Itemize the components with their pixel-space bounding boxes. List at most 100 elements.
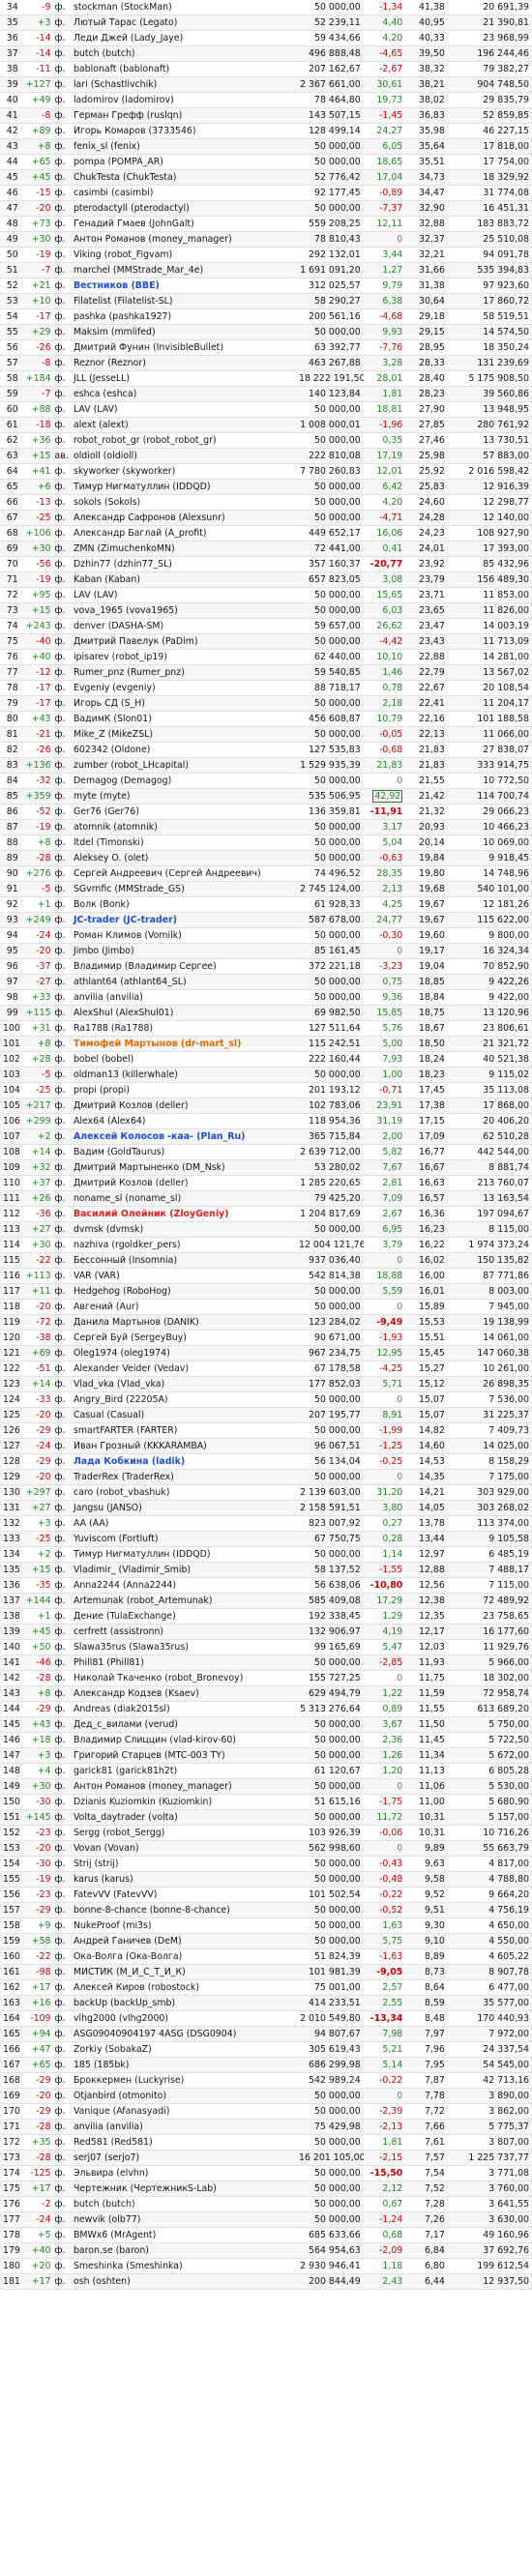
participant-name[interactable]: Slawa35rus (Slawa35rus)	[70, 1639, 297, 1655]
participant-name[interactable]: AA (AA)	[70, 1515, 297, 1532]
participant-name[interactable]: vova_1965 (vova1965)	[70, 602, 297, 619]
participant-name[interactable]: Игорь Комаров (3733546)	[70, 123, 297, 139]
participant-name[interactable]: caro (robot_vbashuk)	[70, 1484, 297, 1501]
participant-name[interactable]: Maksim (mmlifed)	[70, 324, 297, 340]
participant-name[interactable]: Angry_Bird (22205A)	[70, 1391, 297, 1408]
participant-name[interactable]: Вестников (BBE)	[70, 278, 297, 294]
participant-name[interactable]: ipisarev (robot_ip19)	[70, 649, 297, 665]
participant-name[interactable]: Ra1788 (Ra1788)	[70, 1020, 297, 1037]
participant-name[interactable]: ladomirov (ladomirov)	[70, 92, 297, 108]
participant-name[interactable]: ASG09040904197 4ASG (DSG0904)	[70, 2026, 297, 2042]
participant-name[interactable]: Дмитрий Мартыненко (DM_Nsk)	[70, 1159, 297, 1176]
participant-name[interactable]: Phill81 (Phill81)	[70, 1654, 297, 1671]
participant-name[interactable]: JC-trader (JC-trader)	[70, 912, 297, 928]
participant-name[interactable]: Vladimir_ (Vladimir_Smib)	[70, 1562, 297, 1578]
participant-name[interactable]: Александр Сафронов (Alexsunr)	[70, 510, 297, 526]
participant-name[interactable]: Strij (strij)	[70, 1856, 297, 1872]
participant-name[interactable]: Леди Джей (Lady_Jaye)	[70, 30, 297, 46]
participant-name[interactable]: oldioll (oldioll)	[70, 448, 297, 464]
participant-name[interactable]: Александр Баглай (A_profit)	[70, 525, 297, 542]
participant-name[interactable]: Artemunak (robot_Artemunak)	[70, 1593, 297, 1609]
participant-name[interactable]: dvmsk (dvmsk)	[70, 1221, 297, 1238]
participant-name[interactable]: Aвгений (Aur)	[70, 1299, 297, 1315]
participant-name[interactable]: 602342 (Oldone)	[70, 742, 297, 758]
participant-name[interactable]: Evgeniy (evgeniy)	[70, 680, 297, 696]
participant-name[interactable]: NukeProof (mi3s)	[70, 1917, 297, 1934]
participant-name[interactable]: Броккермен (Luckyrise)	[70, 2072, 297, 2089]
participant-name[interactable]: ltdel (Timonski)	[70, 834, 297, 851]
participant-name[interactable]: Volta_daytrader (volta)	[70, 1809, 297, 1826]
participant-name[interactable]: baron.se (baron)	[70, 2242, 297, 2259]
participant-name[interactable]: Роман Климов (Vomilk)	[70, 927, 297, 944]
participant-name[interactable]: garick81 (garick81h2t)	[70, 1763, 297, 1779]
participant-name[interactable]: Anna2244 (Anna2244)	[70, 1577, 297, 1594]
participant-name[interactable]: cerfrett (assistronn)	[70, 1624, 297, 1640]
participant-name[interactable]: BMWx6 (MrAgent)	[70, 2227, 297, 2243]
participant-name[interactable]: anvilia (anvilia)	[70, 989, 297, 1006]
participant-name[interactable]: Сергей Андреевич (Сергей Андреевич)	[70, 865, 297, 882]
participant-name[interactable]: Yuviscom (Fortluft)	[70, 1531, 297, 1547]
participant-name[interactable]: pompa (POMPA_AR)	[70, 154, 297, 170]
participant-name[interactable]: oldman13 (killerwhale)	[70, 1067, 297, 1083]
participant-name[interactable]: Vovan (Vovan)	[70, 1840, 297, 1857]
participant-name[interactable]: SGvrnfic (MMStrade_GS)	[70, 881, 297, 897]
participant-name[interactable]: JLL (JesseLL)	[70, 370, 297, 387]
participant-name[interactable]: Дение (TulaExchange)	[70, 1608, 297, 1625]
participant-name[interactable]: newvik (olb77)	[70, 2211, 297, 2228]
participant-name[interactable]: Filatelist (Filatelist-SL)	[70, 293, 297, 309]
participant-name[interactable]: Бессонный (Insomnia)	[70, 1252, 297, 1269]
participant-name[interactable]: eshca (eshca)	[70, 386, 297, 402]
participant-name[interactable]: bonne-8-chance (bonne-8-chance)	[70, 1902, 297, 1918]
participant-name[interactable]: athlant64 (athlant64_SL)	[70, 974, 297, 990]
participant-name[interactable]: Волк (Bonk)	[70, 896, 297, 913]
participant-name[interactable]: Тимур Нигматуллин (IDDQD)	[70, 1546, 297, 1563]
participant-name[interactable]: backUp (backUp_smb)	[70, 1995, 297, 2011]
participant-name[interactable]: Ока-Волга (Ока-Волга)	[70, 1948, 297, 1965]
participant-name[interactable]: Casual (Casual)	[70, 1407, 297, 1423]
participant-name[interactable]: anvilia (anvilia)	[70, 2119, 297, 2135]
participant-name[interactable]: Василий Олейник (ZloyGeniy)	[70, 1206, 297, 1222]
participant-name[interactable]: Dzianis Kuziomkin (Kuziomkin)	[70, 1794, 297, 1810]
participant-name[interactable]: Сергей Буй (SergeyBuy)	[70, 1330, 297, 1346]
participant-name[interactable]: Ger76 (Ger76)	[70, 804, 297, 820]
participant-name[interactable]: Red581 (Red581)	[70, 2134, 297, 2151]
participant-name[interactable]: Лютый Тарас (Legato)	[70, 15, 297, 31]
participant-name[interactable]: Hedgehog (RoboHog)	[70, 1283, 297, 1300]
participant-name[interactable]: Дмитрий Фунин (InvisibleBullet)	[70, 339, 297, 356]
participant-name[interactable]: Rumer_pnz (Rumer_pnz)	[70, 664, 297, 681]
participant-name[interactable]: Dzhin77 (dzhin77_SL)	[70, 556, 297, 572]
participant-name[interactable]: marchel (MMStrade_Mar_4e)	[70, 262, 297, 278]
participant-name[interactable]: Aleksey O. (olet)	[70, 850, 297, 866]
participant-name[interactable]: Oleg1974 (oleg1974)	[70, 1345, 297, 1361]
participant-name[interactable]: serj07 (serjo7)	[70, 2150, 297, 2166]
participant-name[interactable]: noname_sl (noname_sl)	[70, 1190, 297, 1207]
participant-name[interactable]: 185 (185bk)	[70, 2057, 297, 2073]
participant-name[interactable]: Тимофей Мартынов (dr-mart_sl)	[70, 1036, 297, 1052]
participant-name[interactable]: Александр Кодзев (Ksaev)	[70, 1685, 297, 1702]
participant-name[interactable]: Андрей Ганичев (DeM)	[70, 1933, 297, 1949]
participant-name[interactable]: pashka (pashka1927)	[70, 308, 297, 325]
participant-name[interactable]: Kaban (Kaban)	[70, 571, 297, 588]
participant-name[interactable]: Лада Кобкина (ladik)	[70, 1453, 297, 1470]
participant-name[interactable]: butch (butch)	[70, 2196, 297, 2212]
participant-name[interactable]: Дед_с_вилами (verud)	[70, 1716, 297, 1733]
participant-name[interactable]: ВадимК (Slon01)	[70, 711, 297, 727]
participant-name[interactable]: Demagog (Demagog)	[70, 773, 297, 789]
participant-name[interactable]: Alexander Veider (Vedav)	[70, 1361, 297, 1377]
participant-name[interactable]: Николай Ткаченко (robot_Bronevoy)	[70, 1670, 297, 1686]
participant-name[interactable]: Jangsu (JANSO)	[70, 1500, 297, 1516]
participant-name[interactable]: LAV (LAV)	[70, 401, 297, 418]
participant-name[interactable]: nazhiva (rgoldker_pers)	[70, 1237, 297, 1253]
participant-name[interactable]: denver (DASHA-SM)	[70, 618, 297, 634]
participant-name[interactable]: sokols (Sokols)	[70, 494, 297, 511]
participant-name[interactable]: Тимур Нигматуллин (IDDQD)	[70, 479, 297, 495]
participant-name[interactable]: Vanique (Afanasyadi)	[70, 2103, 297, 2120]
participant-name[interactable]: Reznor (Reznor)	[70, 355, 297, 371]
participant-name[interactable]: bobel (bobel)	[70, 1051, 297, 1068]
participant-name[interactable]: vlhg2000 (vlhg2000)	[70, 2010, 297, 2027]
participant-name[interactable]: Дмитрий Павелук (PaDim)	[70, 633, 297, 650]
participant-name[interactable]: Данила Мартынов (DANIK)	[70, 1314, 297, 1331]
participant-name[interactable]: bablonaft (bablonaft)	[70, 61, 297, 77]
participant-name[interactable]: ZMN (ZimuchenkoMN)	[70, 541, 297, 557]
participant-name[interactable]: Viking (robot_Figvam)	[70, 247, 297, 263]
